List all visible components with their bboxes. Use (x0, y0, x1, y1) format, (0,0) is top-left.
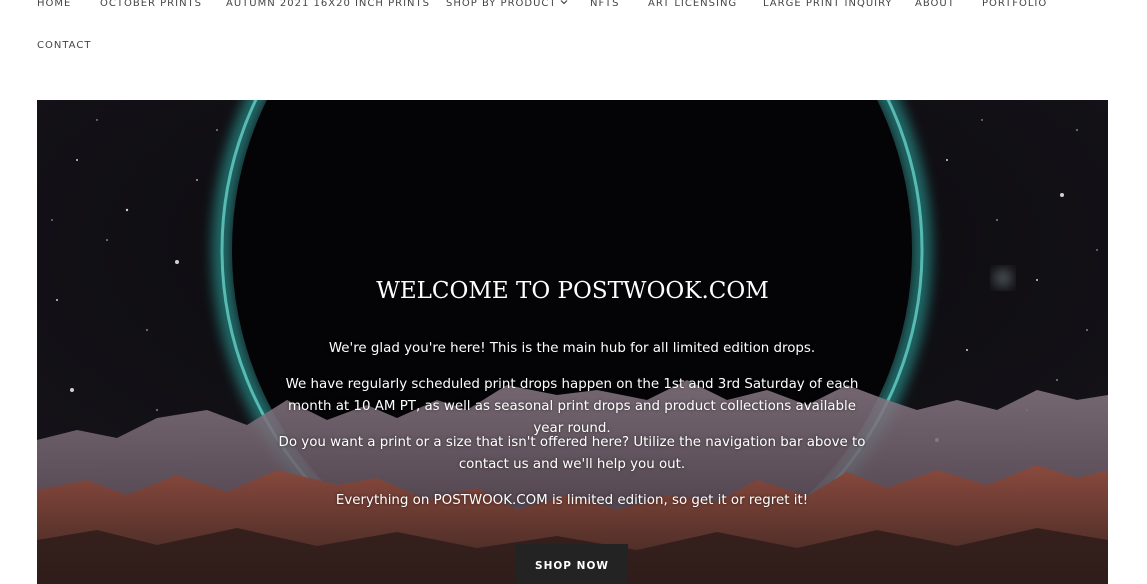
nav-home[interactable]: HOME (37, 0, 71, 9)
nav-contact[interactable]: CONTACT (37, 40, 91, 51)
hero-paragraph-3: Do you want a print or a size that isn't… (278, 435, 866, 472)
nav-about[interactable]: ABOUT (915, 0, 955, 9)
nav-autumn-2021-prints[interactable]: AUTUMN 2021 16X20 INCH PRINTS (226, 0, 430, 9)
nav-shop-by-product[interactable]: SHOP BY PRODUCT (446, 0, 568, 9)
nav-art-licensing[interactable]: ART LICENSING (648, 0, 737, 9)
hero-title: WELCOME TO POSTWOOK.COM (376, 278, 769, 304)
hero-banner: WELCOME TO POSTWOOK.COM We're glad you'r… (37, 100, 1108, 584)
nav-october-prints[interactable]: OCTOBER PRINTS (100, 0, 202, 9)
nav-shop-by-product-label: SHOP BY PRODUCT (446, 0, 557, 9)
hero-paragraph-1: We're glad you're here! This is the main… (328, 341, 816, 356)
nav-nfts[interactable]: NFTS (590, 0, 620, 9)
hero-paragraph-2: We have regularly scheduled print drops … (285, 377, 859, 436)
hero-paragraph-4: Everything on POSTWOOK.COM is limited ed… (335, 493, 809, 508)
nav-portfolio[interactable]: PORTFOLIO (982, 0, 1047, 9)
chevron-down-icon (560, 0, 567, 4)
shop-now-button[interactable]: SHOP NOW (516, 544, 628, 584)
nav-large-print-inquiry[interactable]: LARGE PRINT INQUIRY (763, 0, 893, 9)
